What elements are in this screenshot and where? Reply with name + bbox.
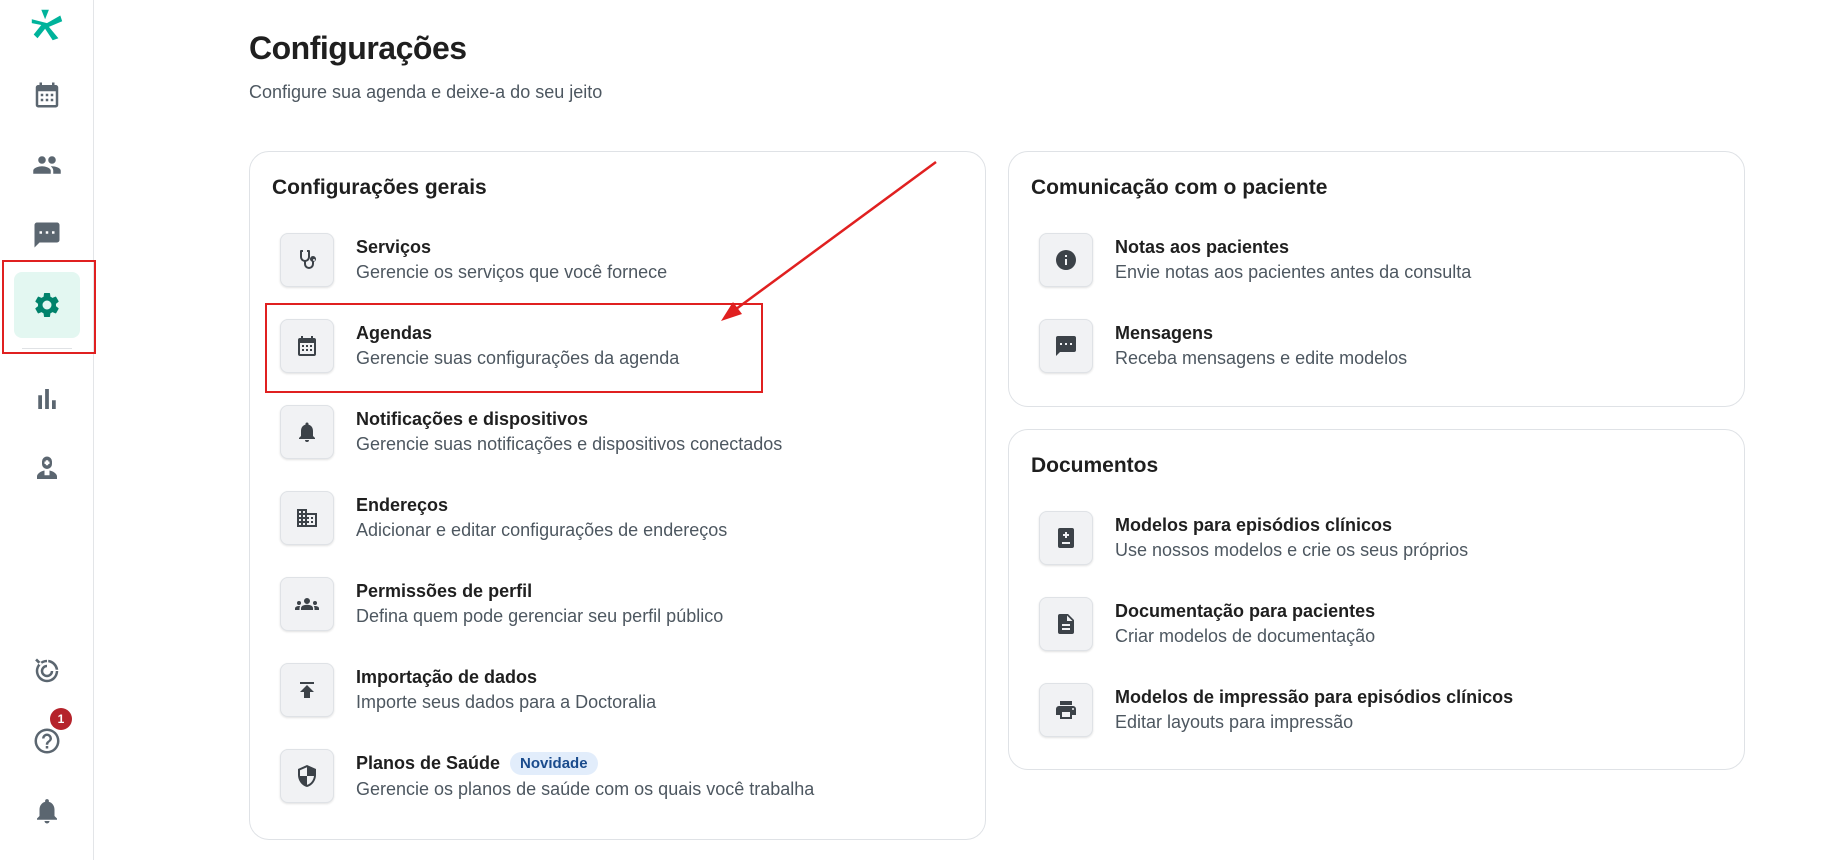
item-icon-box	[280, 233, 334, 287]
item-icon-box	[1039, 511, 1093, 565]
medical-book-icon	[1058, 528, 1074, 548]
item-description: Defina quem pode gerenciar seu perfil pú…	[356, 606, 724, 626]
patients-icon	[33, 156, 61, 174]
nav-doctor[interactable]	[14, 436, 80, 502]
chat-icon	[1056, 336, 1076, 356]
item-text: Serviços Gerencie os serviços que você f…	[356, 237, 667, 283]
item-text: Documentação para pacientes Criar modelo…	[1115, 601, 1375, 647]
item-icon-box	[280, 577, 334, 631]
nav-messages[interactable]	[14, 202, 80, 268]
building-icon	[297, 509, 317, 527]
item-title: Endereços	[356, 495, 449, 515]
settings-item-servicos[interactable]: Serviços Gerencie os serviços que você f…	[280, 228, 667, 292]
page-title: Configurações	[249, 30, 467, 66]
item-icon-box	[1039, 683, 1093, 737]
item-text: Modelos para episódios clínicos Use noss…	[1115, 515, 1468, 561]
item-text: Modelos de impressão para episódios clín…	[1115, 687, 1513, 733]
printer-icon	[1056, 701, 1076, 719]
item-title: Planos de Saúde Novidade	[356, 752, 814, 775]
item-text: Importação de dados Importe seus dados p…	[356, 667, 656, 713]
logo-icon[interactable]	[14, 0, 80, 58]
item-title: Modelos para episódios clínicos	[1115, 515, 1393, 535]
nav-progress[interactable]	[14, 638, 80, 704]
nav-stats[interactable]	[14, 366, 80, 432]
stats-icon	[38, 389, 56, 409]
bell-icon	[299, 422, 315, 442]
item-text: Endereços Adicionar e editar configuraçõ…	[356, 495, 727, 541]
item-description: Use nossos modelos e crie os seus própri…	[1115, 540, 1469, 560]
settings-item-enderecos[interactable]: Endereços Adicionar e editar configuraçõ…	[280, 486, 727, 550]
upload-icon	[300, 682, 314, 698]
item-icon-box	[280, 749, 334, 803]
nav-notifications[interactable]	[14, 778, 80, 844]
item-text: Notificações e dispositivos Gerencie sua…	[356, 409, 782, 455]
item-text: Planos de Saúde Novidade Gerencie os pla…	[356, 752, 814, 800]
settings-item-importacao[interactable]: Importação de dados Importe seus dados p…	[280, 658, 656, 722]
item-icon-box	[280, 491, 334, 545]
item-text: Notas aos pacientes Envie notas aos paci…	[1115, 237, 1471, 283]
communication-card: Comunicação com o paciente Notas aos pac…	[1008, 151, 1745, 407]
item-icon-box	[280, 663, 334, 717]
item-description: Envie notas aos pacientes antes da consu…	[1115, 262, 1472, 282]
page-subtitle: Configure sua agenda e deixe-a do seu je…	[249, 82, 603, 102]
sidebar: 1	[0, 0, 94, 860]
messages-icon	[34, 222, 60, 248]
shield-icon	[298, 765, 316, 787]
item-description: Criar modelos de documentação	[1115, 626, 1376, 646]
item-title: Modelos de impressão para episódios clín…	[1115, 687, 1514, 707]
settings-item-planos-de-saude[interactable]: Planos de Saúde Novidade Gerencie os pla…	[280, 744, 814, 808]
item-text: Permissões de perfil Defina quem pode ge…	[356, 581, 723, 627]
item-text: Mensagens Receba mensagens e edite model…	[1115, 323, 1407, 369]
item-title: Importação de dados	[356, 667, 538, 687]
main-content: Configurações Configure sua agenda e dei…	[94, 0, 1821, 860]
card-title-general: Configurações gerais	[272, 176, 487, 199]
item-title: Notas aos pacientes	[1115, 237, 1290, 257]
item-title: Documentação para pacientes	[1115, 601, 1376, 621]
item-title: Permissões de perfil	[356, 581, 533, 601]
new-badge: Novidade	[510, 752, 598, 775]
annotation-box-settings	[2, 260, 96, 354]
item-icon-box	[1039, 597, 1093, 651]
item-description: Gerencie suas notificações e dispositivo…	[356, 434, 783, 454]
info-icon	[1056, 250, 1076, 270]
item-description: Gerencie os serviços que você fornece	[356, 262, 668, 282]
annotation-box-agendas	[265, 303, 763, 393]
bell-icon	[37, 799, 57, 824]
item-icon-box	[1039, 319, 1093, 373]
item-icon-box	[280, 405, 334, 459]
stethoscope-icon	[300, 250, 316, 269]
settings-item-permissoes[interactable]: Permissões de perfil Defina quem pode ge…	[280, 572, 723, 636]
nav-patients[interactable]	[14, 132, 80, 198]
doctor-icon	[37, 456, 57, 479]
settings-item-notificacoes[interactable]: Notificações e dispositivos Gerencie sua…	[280, 400, 782, 464]
nav-help[interactable]: 1	[14, 708, 80, 774]
help-notification-badge: 1	[50, 708, 72, 730]
documents-card: Documentos Modelos para episódios clínic…	[1008, 429, 1745, 770]
settings-item-mensagens[interactable]: Mensagens Receba mensagens e edite model…	[1039, 314, 1407, 378]
item-description: Receba mensagens e edite modelos	[1115, 348, 1408, 368]
settings-item-modelos-episodios[interactable]: Modelos para episódios clínicos Use noss…	[1039, 506, 1468, 570]
card-title-communication: Comunicação com o paciente	[1031, 176, 1328, 199]
document-icon	[1058, 614, 1074, 634]
item-description: Adicionar e editar configurações de ende…	[356, 520, 728, 540]
calendar-icon	[35, 82, 59, 108]
settings-item-modelos-impressao[interactable]: Modelos de impressão para episódios clín…	[1039, 678, 1513, 742]
item-description: Editar layouts para impressão	[1115, 712, 1354, 732]
nav-calendar[interactable]	[14, 62, 80, 128]
general-settings-card: Configurações gerais Serviços Gerencie o…	[249, 151, 986, 840]
item-title: Mensagens	[1115, 323, 1214, 343]
item-title: Serviços	[356, 237, 432, 257]
settings-item-notas[interactable]: Notas aos pacientes Envie notas aos paci…	[1039, 228, 1471, 292]
group-icon	[295, 598, 319, 610]
item-icon-box	[1039, 233, 1093, 287]
help-icon	[34, 728, 60, 754]
progress-icon	[35, 658, 59, 683]
settings-item-documentacao[interactable]: Documentação para pacientes Criar modelo…	[1039, 592, 1375, 656]
item-description: Gerencie os planos de saúde com os quais…	[356, 779, 815, 799]
card-title-documents: Documentos	[1031, 454, 1159, 477]
item-title-text: Planos de Saúde	[356, 753, 501, 773]
item-title: Notificações e dispositivos	[356, 409, 589, 429]
item-description: Importe seus dados para a Doctoralia	[356, 692, 657, 712]
